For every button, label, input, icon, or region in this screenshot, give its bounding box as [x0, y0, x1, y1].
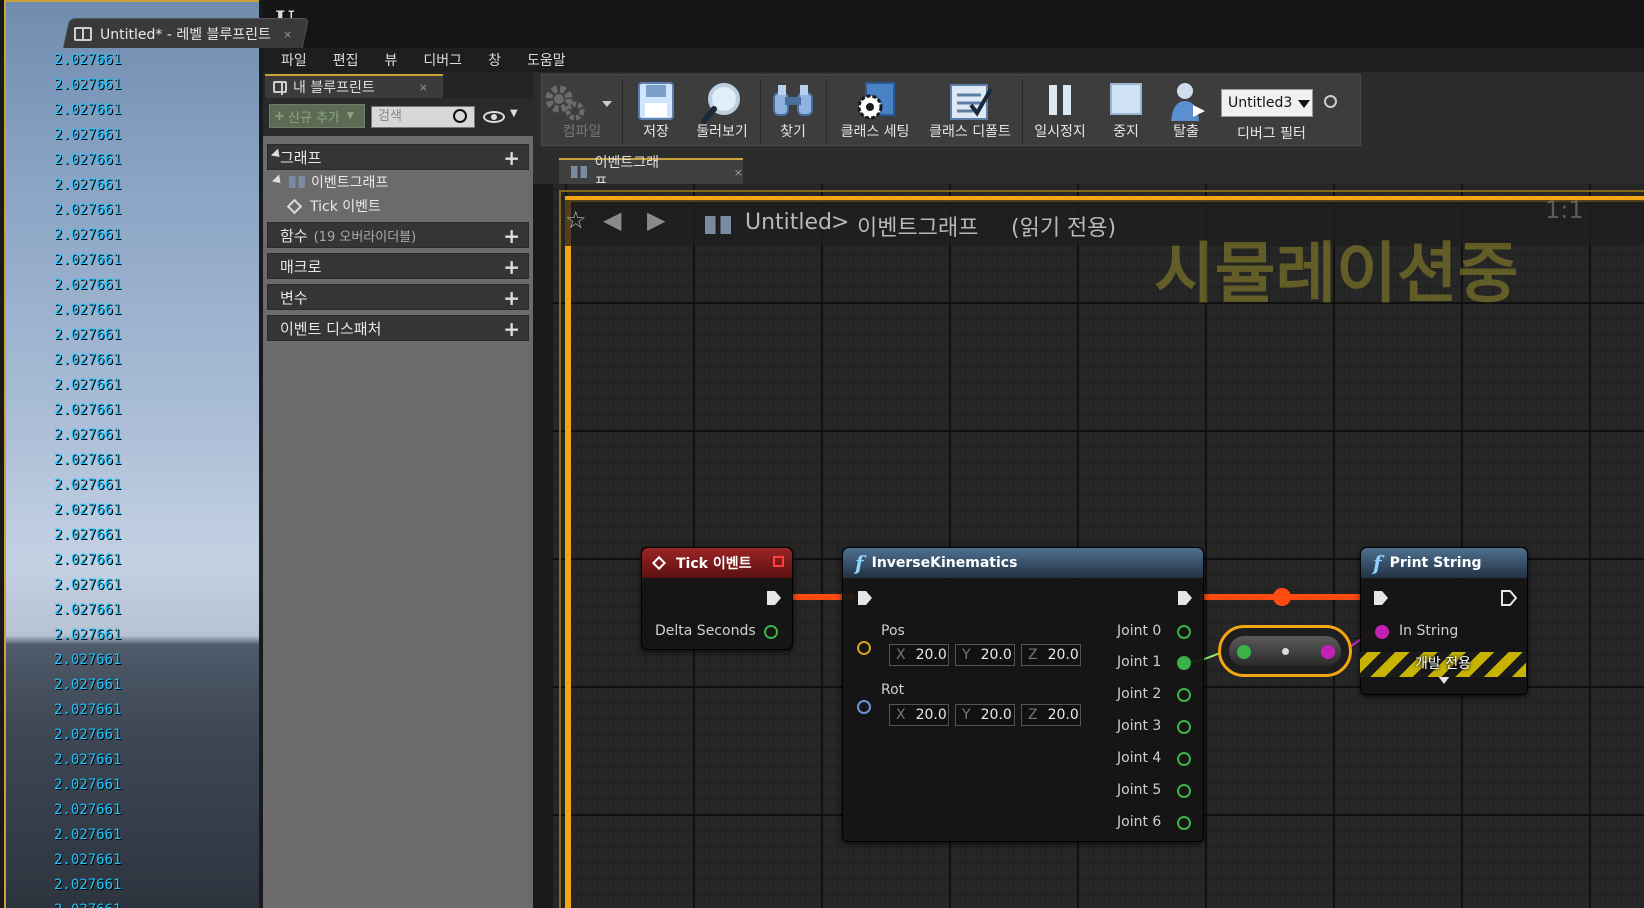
print-string-title: Print String — [1389, 555, 1482, 571]
joint-3-label: Joint 3 — [1117, 718, 1162, 734]
ue-editor-window: 2.027661 2.027661 2.027661 2.027661 2.027661… — [0, 0, 1644, 908]
in-string-label: In String — [1399, 623, 1459, 639]
expand-node-arrow-icon[interactable] — [1438, 676, 1450, 684]
exec-in-pin-icon[interactable] — [1373, 590, 1389, 606]
exec-out-pin-icon[interactable] — [766, 590, 782, 606]
joint-0-label: Joint 0 — [1117, 623, 1162, 639]
joint-4-label: Joint 4 — [1117, 750, 1162, 766]
exec-out-pin-icon[interactable] — [1501, 590, 1517, 606]
joint-1-pin-icon[interactable] — [1177, 656, 1191, 670]
pos-pin-icon[interactable] — [857, 641, 871, 655]
tick-event-node-header[interactable]: Tick 이벤트 — [642, 548, 792, 578]
print-string-node-header[interactable]: f Print String — [1361, 548, 1527, 578]
rot-y-value: 20.0 — [980, 707, 1012, 723]
conversion-dot-icon — [1282, 648, 1289, 655]
tick-event-node[interactable]: Tick 이벤트 Delta Seconds — [641, 547, 793, 650]
rot-z-value: 20.0 — [1047, 707, 1079, 723]
conversion-in-pin-icon[interactable] — [1237, 645, 1251, 659]
pos-x-value: 20.0 — [915, 647, 947, 663]
rot-label: Rot — [881, 682, 905, 698]
exec-out-pin-icon[interactable] — [1177, 590, 1193, 606]
joint-6-pin-icon[interactable] — [1177, 816, 1191, 830]
in-string-pin-icon[interactable] — [1375, 625, 1389, 639]
rot-z-field[interactable]: Z 20.0 — [1021, 704, 1081, 726]
rot-x-value: 20.0 — [915, 707, 947, 723]
delta-seconds-label: Delta Seconds — [655, 623, 756, 639]
pos-z-axis: Z — [1028, 647, 1038, 663]
inverse-kinematics-title: InverseKinematics — [871, 555, 1018, 571]
pos-y-axis: Y — [962, 647, 971, 663]
function-f-icon: f — [1373, 551, 1382, 575]
pos-label: Pos — [881, 623, 905, 639]
exec-in-pin-icon[interactable] — [857, 590, 873, 606]
inverse-kinematics-node[interactable]: f InverseKinematics Pos X 20.0 Y 20.0 Z 20.… — [842, 547, 1204, 842]
pos-z-field[interactable]: Z 20.0 — [1021, 644, 1081, 666]
rot-pin-icon[interactable] — [857, 700, 871, 714]
delta-seconds-pin-icon[interactable] — [764, 625, 778, 639]
joint-5-label: Joint 5 — [1117, 782, 1162, 798]
joint-5-pin-icon[interactable] — [1177, 784, 1191, 798]
rot-y-field[interactable]: Y 20.0 — [955, 704, 1015, 726]
pos-y-field[interactable]: Y 20.0 — [955, 644, 1015, 666]
joint-0-pin-icon[interactable] — [1177, 625, 1191, 639]
function-f-icon: f — [855, 551, 864, 575]
tick-event-title: Tick 이벤트 — [676, 556, 752, 572]
joint-6-label: Joint 6 — [1117, 814, 1162, 830]
rot-z-axis: Z — [1028, 707, 1038, 723]
graph-wires — [792, 588, 1384, 663]
red-square-icon — [773, 556, 784, 567]
pos-y-value: 20.0 — [980, 647, 1012, 663]
pos-z-value: 20.0 — [1047, 647, 1079, 663]
exec-wire-knot[interactable] — [1273, 588, 1291, 606]
joint-2-label: Joint 2 — [1117, 686, 1162, 702]
rot-x-field[interactable]: X 20.0 — [889, 704, 949, 726]
pos-x-axis: X — [896, 647, 906, 663]
joint-1-label: Joint 1 — [1117, 654, 1162, 670]
conversion-out-pin-icon[interactable] — [1321, 645, 1335, 659]
pos-x-field[interactable]: X 20.0 — [889, 644, 949, 666]
joint-2-pin-icon[interactable] — [1177, 688, 1191, 702]
joint-3-pin-icon[interactable] — [1177, 720, 1191, 734]
rot-x-axis: X — [896, 707, 906, 723]
development-only-label: 개발 전용 — [1415, 656, 1471, 672]
inverse-kinematics-node-header[interactable]: f InverseKinematics — [843, 548, 1203, 578]
conversion-node[interactable] — [1218, 625, 1352, 677]
rot-y-axis: Y — [962, 707, 971, 723]
joint-4-pin-icon[interactable] — [1177, 752, 1191, 766]
event-diamond-icon — [651, 555, 667, 571]
